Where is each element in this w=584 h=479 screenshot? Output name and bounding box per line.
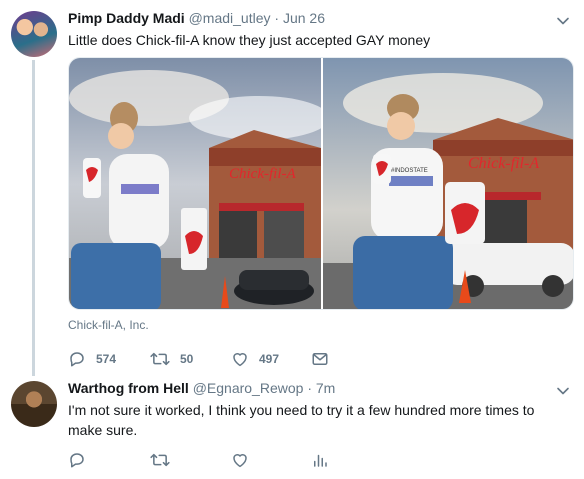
media-source[interactable]: Chick-fil-A, Inc. <box>68 318 149 332</box>
reply-icon <box>70 453 84 468</box>
chevron-down-icon[interactable] <box>556 384 570 398</box>
chevron-down-icon[interactable] <box>556 14 570 28</box>
analytics-button[interactable] <box>311 451 339 469</box>
avatar[interactable] <box>11 11 57 57</box>
shirt-text: #INDOSTATE <box>391 168 428 174</box>
tweet-text: Little does Chick-fil-A know they just a… <box>68 32 431 48</box>
photo-right[interactable]: Chick-fil-A #INDOSTATE <box>323 58 573 309</box>
retweet-icon <box>150 352 170 366</box>
display-name[interactable]: Warthog from Hell <box>68 380 189 396</box>
retweet-button[interactable]: 50 <box>150 350 193 368</box>
analytics-icon <box>314 454 327 467</box>
username[interactable]: @Egnaro_Rewop <box>193 380 304 396</box>
reply-button[interactable]: 574 <box>68 350 116 368</box>
photo-left[interactable]: Chick-fil-A <box>69 58 321 309</box>
retweet-icon <box>150 453 170 467</box>
separator: · <box>307 380 312 396</box>
tweet-text: I'm not sure it worked, I think you need… <box>68 400 534 440</box>
retweet-count: 50 <box>180 352 194 366</box>
tweet-text-line: I'm not sure it worked, I think you need… <box>68 402 535 418</box>
tweet-text-line: make sure. <box>68 422 138 438</box>
reply-icon <box>70 352 84 367</box>
tweet-header: Warthog from Hell @Egnaro_Rewop · 7m <box>68 380 335 396</box>
photo-right-image: Chick-fil-A #INDOSTATE <box>323 58 573 309</box>
display-name[interactable]: Pimp Daddy Madi <box>68 10 185 26</box>
like-button[interactable] <box>231 451 259 469</box>
dm-icon <box>312 353 328 365</box>
timestamp[interactable]: Jun 26 <box>283 10 325 26</box>
timestamp[interactable]: 7m <box>316 380 335 396</box>
avatar[interactable] <box>11 381 57 427</box>
tweet-media[interactable]: Chick-fil-A Chick-fil-A #INDOSTATE <box>68 57 574 310</box>
reply-button[interactable] <box>68 451 96 469</box>
thread-line <box>32 60 35 376</box>
reply-count: 574 <box>96 352 117 366</box>
retweet-button[interactable] <box>150 451 180 469</box>
sign-text: Chick-fil-A <box>229 166 296 182</box>
like-icon <box>233 454 247 468</box>
like-icon <box>233 353 247 367</box>
like-count: 497 <box>259 352 280 366</box>
username[interactable]: @madi_utley <box>189 10 271 26</box>
sign-text-2: Chick-fil-A <box>468 155 539 172</box>
photo-left-image: Chick-fil-A <box>69 58 321 309</box>
tweet-header: Pimp Daddy Madi @madi_utley · Jun 26 <box>68 10 325 26</box>
like-button[interactable]: 497 <box>231 350 279 368</box>
direct-message-button[interactable] <box>311 350 339 368</box>
separator: · <box>274 10 280 26</box>
